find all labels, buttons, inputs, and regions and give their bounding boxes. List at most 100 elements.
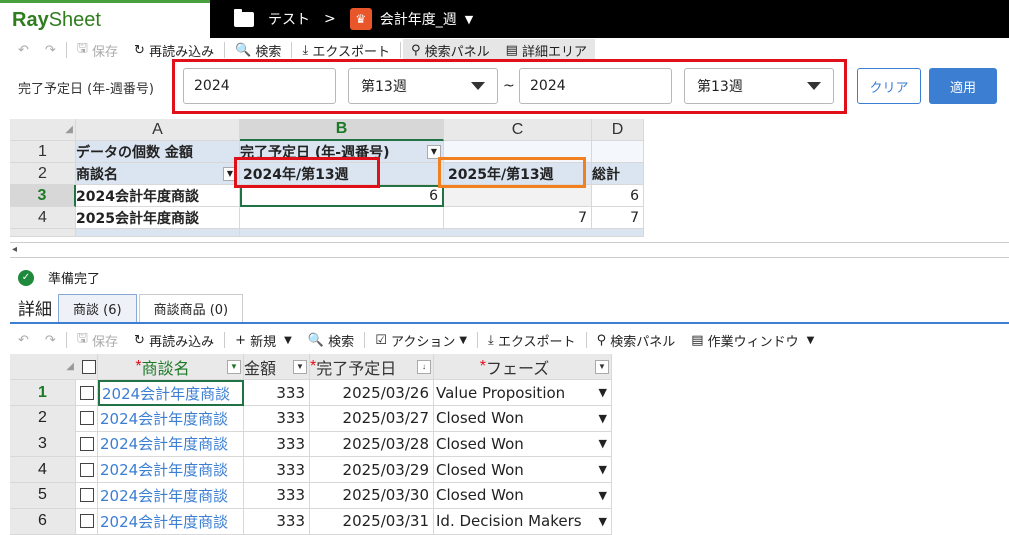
row-checkbox[interactable] [76, 431, 98, 458]
action-button[interactable]: ☑ アクション ▼ [367, 329, 475, 351]
new-button[interactable]: + 新規 ▼ [227, 329, 300, 351]
sort-icon[interactable]: ↓ [417, 359, 431, 374]
amount-cell[interactable]: 333 [244, 457, 310, 484]
opportunity-table[interactable]: ◢ * 商談名 ▼ 金額 ▼ * 完了予定日 ↓ * フェーズ ▼ 1 2024会計年度商談 33… [10, 354, 630, 535]
save-button[interactable]: 🖫 保存 [69, 39, 126, 61]
select-all-corner[interactable]: ◢ [10, 354, 76, 380]
row-header-1[interactable]: 1 [10, 141, 76, 163]
pivot-value-2025[interactable]: 7 [444, 207, 592, 229]
reload-button[interactable]: ↻ 再読み込み [126, 39, 222, 61]
column-header-d[interactable]: D [592, 119, 644, 141]
date-cell[interactable]: 2025/03/28 [310, 431, 434, 458]
tab-opportunity-products[interactable]: 商談商品 (0) [138, 294, 244, 322]
chevron-down-icon[interactable]: ▼ [599, 437, 607, 450]
row-header-3[interactable]: 3 [10, 185, 76, 207]
pivot-total-2024[interactable]: 6 [592, 185, 644, 207]
date-cell[interactable]: 2025/03/27 [310, 405, 434, 432]
tab-opportunities[interactable]: 商談 (6) [58, 294, 137, 322]
detail-area-button[interactable]: ▤ 詳細エリア [497, 39, 596, 61]
row-checkbox[interactable] [76, 508, 98, 535]
row-header[interactable]: 3 [10, 431, 76, 458]
empty-cell[interactable] [592, 141, 644, 163]
column-header-a[interactable]: A [76, 119, 240, 141]
row-checkbox[interactable] [76, 482, 98, 509]
undo-button[interactable]: ↶ [10, 39, 37, 61]
amount-cell[interactable]: 333 [244, 431, 310, 458]
chevron-down-icon[interactable]: ▼ [599, 489, 607, 502]
date-cell[interactable]: 2025/03/29 [310, 457, 434, 484]
search-button[interactable]: 🔍 検索 [300, 329, 362, 351]
to-year-input[interactable]: 2024 [519, 68, 672, 104]
phase-cell[interactable]: Closed Won ▼ [434, 431, 612, 458]
to-week-select[interactable]: 第13週 [684, 68, 834, 104]
filter-dropdown-icon[interactable]: ▼ [227, 359, 241, 374]
apply-button[interactable]: 適用 [929, 68, 997, 104]
amount-cell[interactable]: 333 [244, 405, 310, 432]
row-header-2[interactable]: 2 [10, 163, 76, 185]
reload-button[interactable]: ↻ 再読み込み [126, 329, 222, 351]
select-all-checkbox[interactable] [76, 354, 98, 380]
row-header-5[interactable] [10, 229, 76, 237]
undo-button[interactable]: ↶ [10, 329, 37, 351]
phase-cell[interactable]: Id. Decision Makers ▼ [434, 508, 612, 535]
column-header-b[interactable]: B [240, 119, 444, 141]
search-panel-button[interactable]: ⚲ 検索パネル [402, 39, 498, 61]
row-checkbox[interactable] [76, 405, 98, 432]
empty-cell[interactable] [240, 207, 444, 229]
pivot-row-2025[interactable]: 2025会計年度商談 [76, 207, 240, 229]
row-header[interactable]: 6 [10, 508, 76, 535]
row-checkbox[interactable] [76, 457, 98, 484]
opportunity-name-link[interactable]: 2024会計年度商談 [98, 405, 244, 432]
select-all-corner[interactable]: ◢ [10, 119, 76, 141]
chevron-down-icon[interactable]: ▼ [599, 463, 607, 476]
row-header[interactable]: 4 [10, 457, 76, 484]
amount-cell[interactable]: 333 [244, 508, 310, 535]
column-header-c[interactable]: C [444, 119, 592, 141]
export-button[interactable]: ⤓ エクスポート [480, 329, 584, 351]
row-header-4[interactable]: 4 [10, 207, 76, 229]
phase-cell[interactable]: Closed Won ▼ [434, 482, 612, 509]
amount-cell[interactable]: 333 [244, 482, 310, 509]
chevron-down-icon[interactable]: ▼ [599, 386, 607, 399]
breadcrumb-root[interactable]: テスト [268, 9, 310, 29]
from-year-input[interactable]: 2024 [183, 68, 336, 104]
date-cell[interactable]: 2025/03/30 [310, 482, 434, 509]
export-button[interactable]: ⤓ エクスポート [294, 39, 398, 61]
opportunity-name-link[interactable]: 2024会計年度商談 [98, 380, 244, 406]
pivot-total-2025[interactable]: 7 [592, 207, 644, 229]
pivot-row-field[interactable]: 商談名 ▼ [76, 163, 240, 185]
selected-cell[interactable]: 6 [240, 185, 444, 207]
column-header-name[interactable]: * 商談名 ▼ [98, 354, 244, 380]
search-panel-button[interactable]: ⚲ 検索パネル [589, 329, 684, 351]
pivot-grand-total-row[interactable] [240, 229, 644, 237]
pivot-row-2024[interactable]: 2024会計年度商談 [76, 185, 240, 207]
redo-button[interactable]: ↷ [37, 39, 64, 61]
row-header[interactable]: 2 [10, 405, 76, 432]
date-cell[interactable]: 2025/03/26 [310, 380, 434, 406]
scroll-left-icon[interactable]: ◂ [12, 244, 17, 255]
search-button[interactable]: 🔍 検索 [227, 39, 289, 61]
opportunity-name-link[interactable]: 2024会計年度商談 [98, 482, 244, 509]
row-header[interactable]: 1 [10, 380, 76, 406]
opportunity-name-link[interactable]: 2024会計年度商談 [98, 457, 244, 484]
date-cell[interactable]: 2025/03/31 [310, 508, 434, 535]
phase-cell[interactable]: Value Proposition ▼ [434, 380, 612, 406]
filter-dropdown-icon[interactable]: ▼ [293, 359, 307, 374]
row-header[interactable]: 5 [10, 482, 76, 509]
app-title[interactable]: 会計年度_週 [380, 9, 457, 29]
filter-dropdown-icon[interactable]: ▼ [595, 359, 609, 374]
pivot-col-total[interactable]: 総計 [592, 163, 644, 185]
pivot-grand-total-partial[interactable] [76, 229, 240, 237]
work-window-button[interactable]: ▤ 作業ウィンドウ ▼ [683, 329, 822, 351]
clear-button[interactable]: クリア [857, 68, 921, 104]
horizontal-scrollbar[interactable]: ◂ [10, 242, 1009, 258]
redo-button[interactable]: ↷ [37, 329, 64, 351]
app-menu-caret-icon[interactable]: ▼ [465, 13, 473, 26]
empty-cell[interactable] [444, 185, 592, 207]
opportunity-name-link[interactable]: 2024会計年度商談 [98, 508, 244, 535]
row-checkbox[interactable] [76, 380, 98, 406]
pivot-value-label[interactable]: データの個数 金額 [76, 141, 240, 163]
chevron-down-icon[interactable]: ▼ [599, 412, 607, 425]
from-week-select[interactable]: 第13週 [348, 68, 498, 104]
app-logo[interactable]: Ray Sheet [0, 0, 210, 38]
